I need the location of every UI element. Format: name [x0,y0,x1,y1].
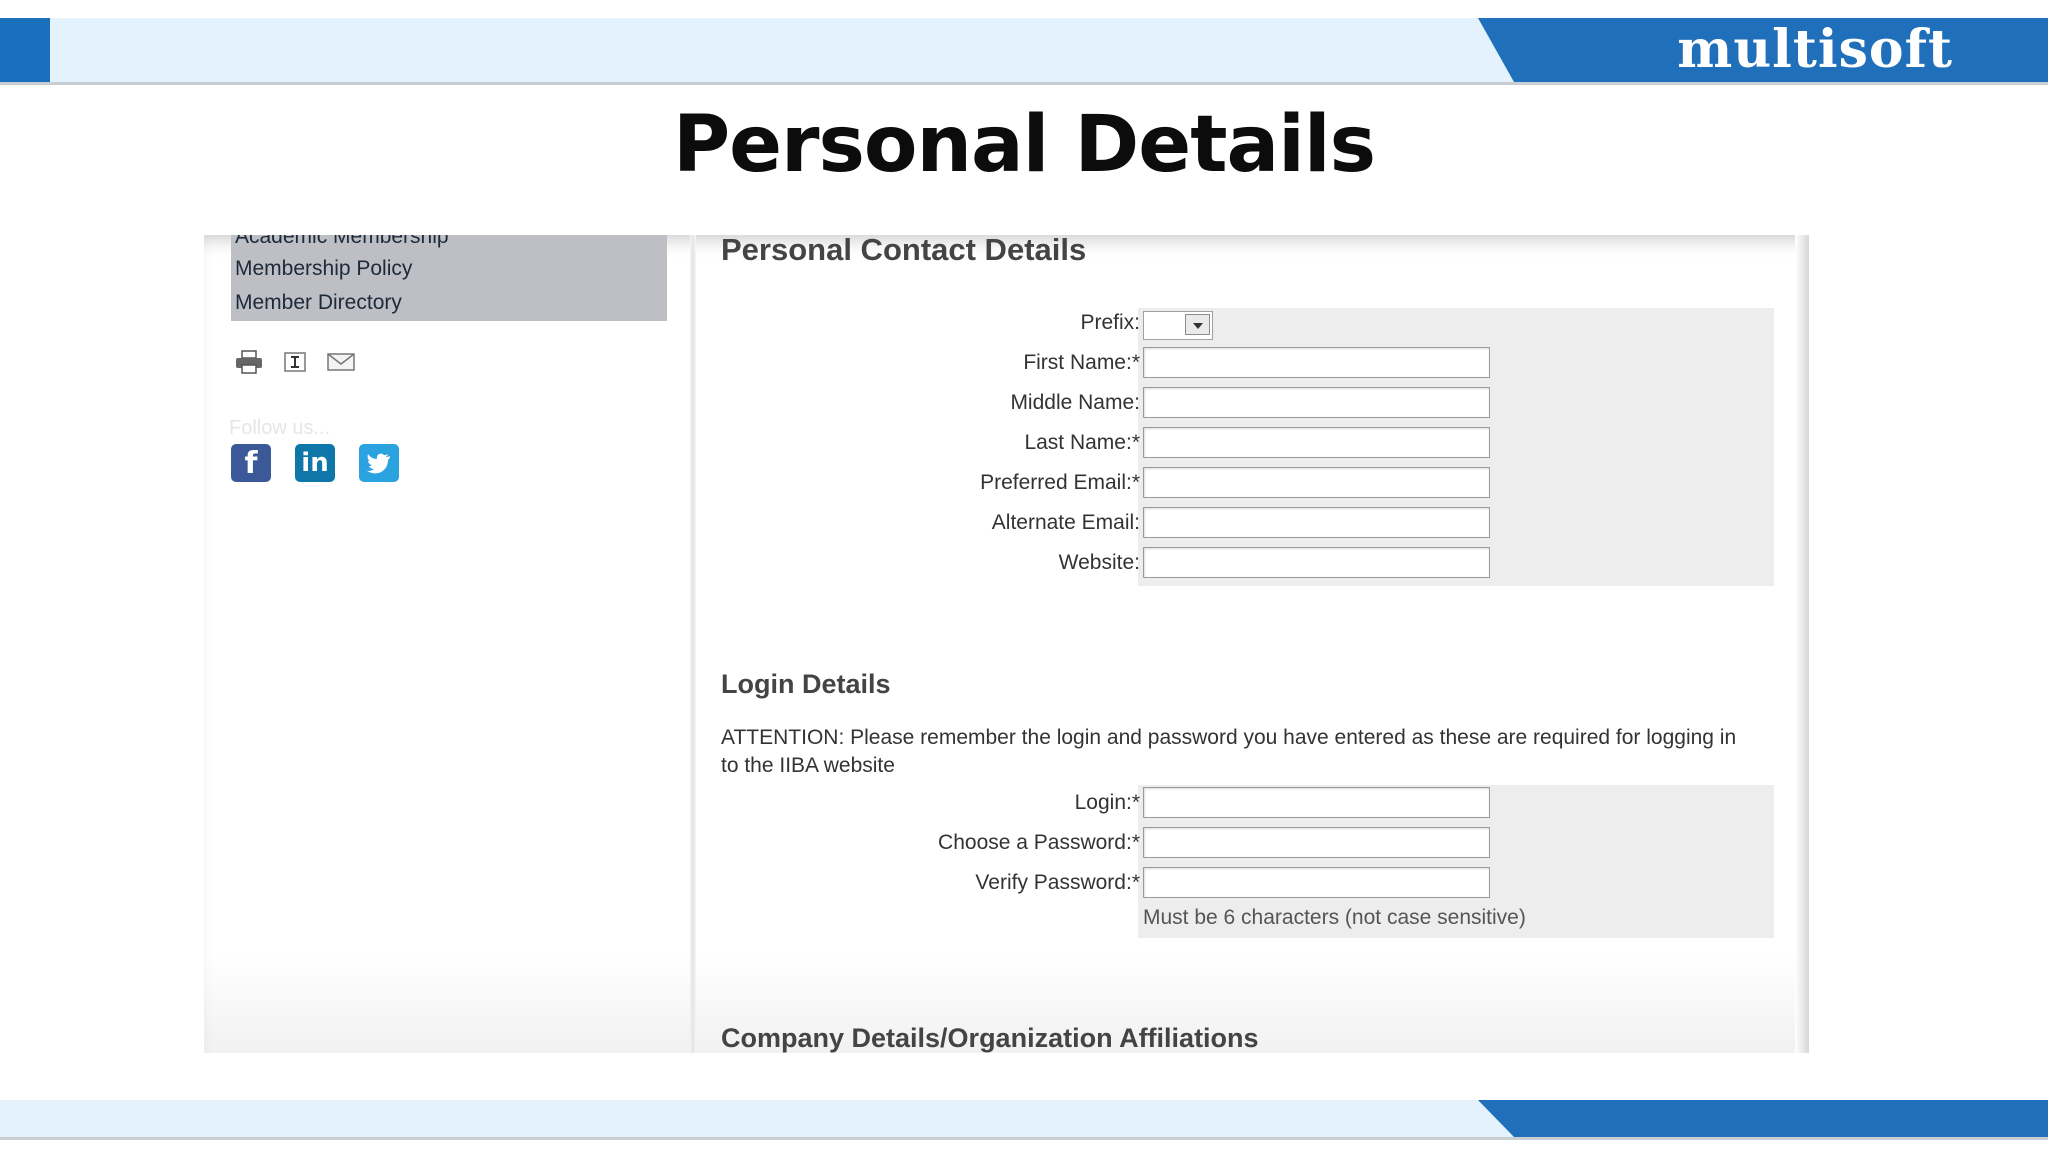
last-name-input[interactable] [1143,427,1490,458]
field-label: Alternate Email: [991,511,1140,534]
form-row-verify-password: Verify Password:* [204,867,1809,907]
form-row-login: Login:* [204,787,1809,827]
field-label: Prefix: [1080,311,1140,334]
section-title-login: Login Details [721,669,891,699]
form-row-last-name: Last Name:* [204,427,1809,467]
password-input[interactable] [1143,827,1490,858]
field-label: Website: [1058,551,1140,574]
section-title-contact: Personal Contact Details [721,235,1087,267]
field-label: Verify Password:* [975,871,1140,894]
footer-banner [1478,1100,2048,1137]
field-label: Login:* [1074,791,1140,814]
field-label: Choose a Password:* [938,831,1140,854]
password-hint: Must be 6 characters (not case sensitive… [1143,906,1526,929]
form-row-website: Website: [204,547,1809,587]
prefix-select[interactable] [1143,311,1213,340]
form-row-password: Choose a Password:* [204,827,1809,867]
field-label: Middle Name: [1010,391,1140,414]
first-name-input[interactable] [1143,347,1490,378]
field-label: Last Name:* [1024,431,1140,454]
field-label: Preferred Email:* [980,471,1140,494]
login-input[interactable] [1143,787,1490,818]
preferred-email-input[interactable] [1143,467,1490,498]
middle-name-input[interactable] [1143,387,1490,418]
section-title-company: Company Details/Organization Affiliation… [721,1023,1259,1053]
alternate-email-input[interactable] [1143,507,1490,538]
brand-logo: multisoft [1677,19,1953,80]
sidebar-item-academic-membership[interactable]: Academic Membership [235,235,449,249]
form-row-prefix: Prefix: [204,307,1809,347]
form-row-alternate-email: Alternate Email: [204,507,1809,547]
form-row-first-name: First Name:* [204,347,1809,387]
form-row-preferred-email: Preferred Email:* [204,467,1809,507]
slide-title: Personal Details [672,100,1376,190]
chevron-down-icon[interactable] [1185,314,1210,335]
field-label: First Name:* [1023,351,1140,374]
sidebar-item-membership-policy[interactable]: Membership Policy [235,257,412,281]
form-row-middle-name: Middle Name: [204,387,1809,427]
verify-password-input[interactable] [1143,867,1490,898]
header-accent-block [0,18,50,82]
attention-notice: ATTENTION: Please remember the login and… [721,726,1737,777]
form-screenshot: Academic Membership Membership Policy Me… [204,235,1809,1053]
website-input[interactable] [1143,547,1490,578]
